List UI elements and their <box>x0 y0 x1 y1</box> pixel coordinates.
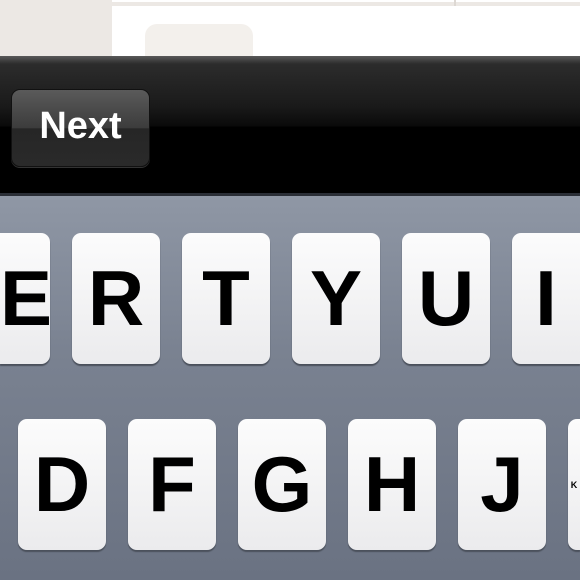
key-e[interactable]: E <box>0 233 52 364</box>
content-button[interactable] <box>145 24 253 57</box>
key-u[interactable]: U <box>402 233 490 364</box>
key-j[interactable]: J <box>458 419 546 550</box>
key-h[interactable]: H <box>348 419 436 550</box>
key-t[interactable]: T <box>182 233 270 364</box>
divider <box>112 2 580 6</box>
key-g[interactable]: G <box>238 419 326 550</box>
web-content <box>0 0 580 57</box>
key-y[interactable]: Y <box>292 233 380 364</box>
sidebar-panel <box>0 0 112 57</box>
key-d[interactable]: D <box>18 419 106 550</box>
key-k[interactable]: K <box>568 419 580 550</box>
key-r[interactable]: R <box>72 233 160 364</box>
divider <box>454 0 456 6</box>
next-button[interactable]: Next <box>11 89 150 167</box>
key-i[interactable]: I <box>512 233 580 364</box>
key-f[interactable]: F <box>128 419 216 550</box>
